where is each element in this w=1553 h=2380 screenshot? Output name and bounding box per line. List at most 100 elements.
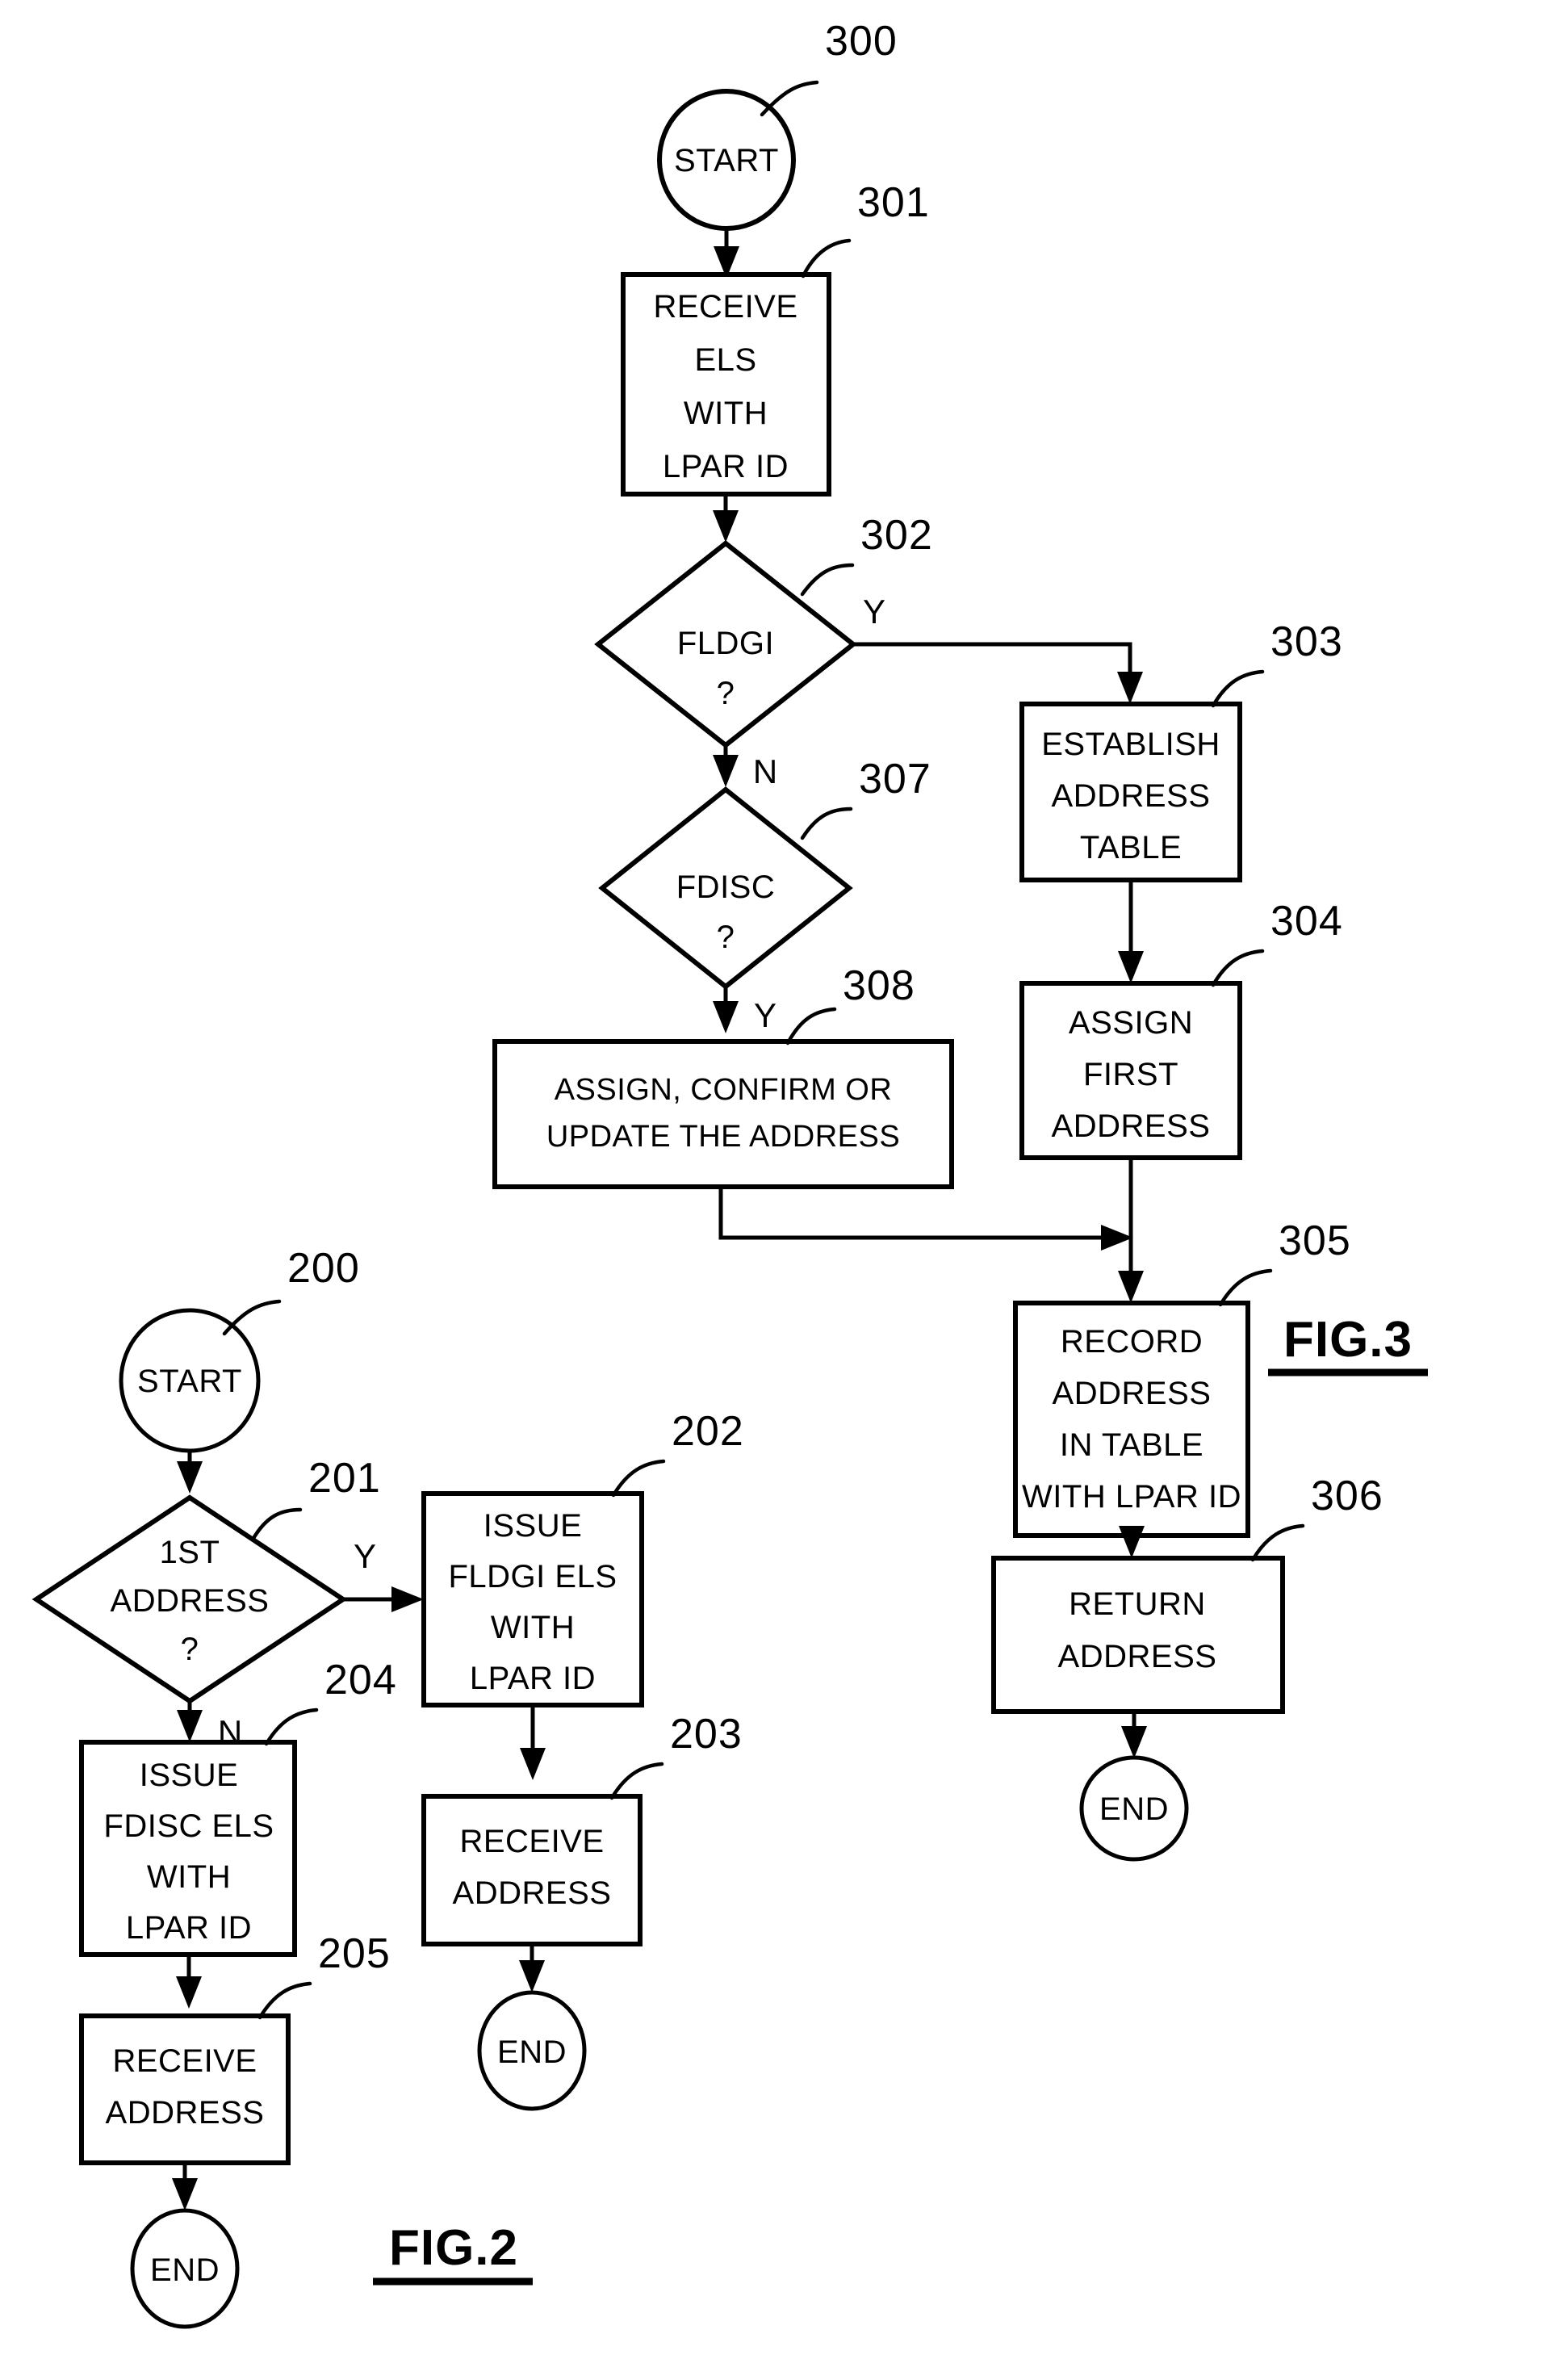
node-305-line1: RECORD <box>1061 1324 1203 1360</box>
node-305-line2: ADDRESS <box>1053 1376 1212 1411</box>
node-201-first-address-decision: 1ST ADDRESS ? <box>31 1494 348 1704</box>
node-201-line2: ADDRESS <box>111 1583 270 1619</box>
figure-3-caption: FIG.3 <box>1268 1312 1428 1376</box>
node-304-line3: ADDRESS <box>1052 1108 1211 1144</box>
leader-305 <box>1218 1268 1273 1307</box>
node-202-issue-fldgi-els: ISSUE FLDGI ELS WITH LPAR ID <box>421 1491 644 1707</box>
node-304-line1: ASSIGN <box>1069 1005 1193 1041</box>
branch-201-yes: Y <box>354 1537 376 1575</box>
node-201-line1: 1ST <box>160 1535 220 1570</box>
node-205-line1: RECEIVE <box>112 2043 257 2079</box>
node-308-line2: UPDATE THE ADDRESS <box>546 1120 900 1154</box>
leader-203 <box>609 1762 664 1800</box>
arrowhead-308-merge <box>1101 1225 1133 1251</box>
leader-301 <box>801 238 852 279</box>
node-306-line2: ADDRESS <box>1058 1639 1217 1674</box>
node-305-record-address-in-table: RECORD ADDRESS IN TABLE WITH LPAR ID <box>1013 1301 1250 1538</box>
ref-202: 202 <box>672 1408 744 1455</box>
arrowhead-302-303 <box>1117 672 1143 704</box>
branch-302-no: N <box>753 752 777 790</box>
node-305-line4: WITH LPAR ID <box>1022 1479 1241 1515</box>
leader-308 <box>785 1007 837 1045</box>
node-200-start: START <box>119 1308 261 1453</box>
arrowhead-305-306 <box>1119 1526 1145 1558</box>
node-307-fdisc-decision: FDISC ? <box>598 786 853 990</box>
leader-307 <box>800 807 853 840</box>
node-301-line3: WITH <box>684 396 768 431</box>
ref-300: 300 <box>825 18 898 65</box>
leader-204 <box>264 1707 319 1746</box>
node-307-line1: FDISC <box>676 869 776 905</box>
node-end-fig3-label: END <box>1099 1791 1169 1827</box>
arrowhead-302-307 <box>713 755 739 787</box>
arrowhead-201-202 <box>391 1586 424 1612</box>
figure-3-label: FIG.3 <box>1283 1312 1413 1368</box>
ref-301: 301 <box>857 179 930 226</box>
node-203-line2: ADDRESS <box>453 1875 612 1911</box>
node-306-return-address: RETURN ADDRESS <box>991 1556 1285 1714</box>
arrowhead-306-end <box>1121 1726 1147 1758</box>
node-303-line2: ADDRESS <box>1052 778 1211 814</box>
arrowhead-301-302 <box>713 510 739 543</box>
leader-201 <box>250 1507 303 1542</box>
node-204-line2: FDISC ELS <box>103 1808 274 1844</box>
ref-205: 205 <box>318 1930 391 1977</box>
leader-303 <box>1211 669 1265 708</box>
node-308-line1: ASSIGN, CONFIRM OR <box>555 1073 893 1107</box>
node-301-receive-els: RECEIVE ELS WITH LPAR ID <box>621 272 831 497</box>
node-203-line1: RECEIVE <box>459 1824 604 1859</box>
node-301-line2: ELS <box>694 342 756 378</box>
node-300-label: START <box>674 143 779 178</box>
node-302-line1: FLDGI <box>677 626 774 661</box>
node-204-line1: ISSUE <box>140 1758 239 1793</box>
arrowhead-203-end <box>519 1960 545 1992</box>
arrowhead-202-203 <box>520 1748 546 1780</box>
node-303-establish-address-table: ESTABLISH ADDRESS TABLE <box>1019 702 1242 882</box>
node-204-line3: WITH <box>147 1859 231 1895</box>
conn-302-yes-303 <box>853 642 1132 685</box>
node-202-line1: ISSUE <box>483 1508 583 1544</box>
node-end-fig2-left-label: END <box>150 2252 220 2288</box>
node-303-line3: TABLE <box>1080 830 1182 865</box>
node-308-assign-confirm-update: ASSIGN, CONFIRM OR UPDATE THE ADDRESS <box>492 1039 954 1189</box>
ref-200: 200 <box>287 1245 360 1292</box>
node-305-line3: IN TABLE <box>1060 1427 1203 1463</box>
node-300-start: START <box>657 89 796 231</box>
ref-306: 306 <box>1311 1473 1383 1519</box>
conn-308-merge-305 <box>718 1187 1116 1240</box>
node-302-line2: ? <box>717 676 735 711</box>
leader-304 <box>1211 949 1265 987</box>
node-202-line2: FLDGI ELS <box>448 1559 617 1594</box>
ref-307: 307 <box>859 756 931 802</box>
node-end-fig2-left: END <box>130 2208 240 2329</box>
node-end-fig3: END <box>1079 1755 1189 1862</box>
node-307-line2: ? <box>717 920 735 955</box>
node-203-receive-address: RECEIVE ADDRESS <box>421 1794 643 1946</box>
node-304-line2: FIRST <box>1083 1057 1178 1092</box>
arrowhead-204-205 <box>176 1976 202 2009</box>
ref-305: 305 <box>1279 1217 1351 1264</box>
ref-204: 204 <box>324 1657 397 1703</box>
leader-302 <box>800 563 855 597</box>
node-303-line1: ESTABLISH <box>1041 727 1220 762</box>
node-end-fig2-right: END <box>477 1990 587 2111</box>
node-204-line4: LPAR ID <box>126 1910 252 1946</box>
arrowhead-205-end <box>172 2178 198 2210</box>
branch-307-yes: Y <box>754 996 776 1034</box>
node-201-line3: ? <box>181 1632 199 1667</box>
arrowhead-304-305 <box>1118 1271 1144 1303</box>
ref-308: 308 <box>843 962 915 1009</box>
flowchart-canvas: START 300 RECEIVE ELS WITH LPAR ID 301 F… <box>31 18 1428 2329</box>
figure-2-caption: FIG.2 <box>373 2220 533 2286</box>
ref-303: 303 <box>1270 618 1343 665</box>
figure-2-label: FIG.2 <box>389 2220 518 2276</box>
node-204-issue-fdisc-els: ISSUE FDISC ELS WITH LPAR ID <box>79 1740 297 1957</box>
node-301-line4: LPAR ID <box>663 449 789 484</box>
ref-302: 302 <box>860 512 933 559</box>
node-302-fldgi-decision: FLDGI ? <box>594 540 857 748</box>
arrowhead-307-308 <box>713 1001 739 1033</box>
node-200-label: START <box>137 1364 242 1399</box>
leader-205 <box>257 1981 312 2020</box>
leader-202 <box>611 1459 666 1498</box>
node-306-line1: RETURN <box>1069 1586 1206 1622</box>
